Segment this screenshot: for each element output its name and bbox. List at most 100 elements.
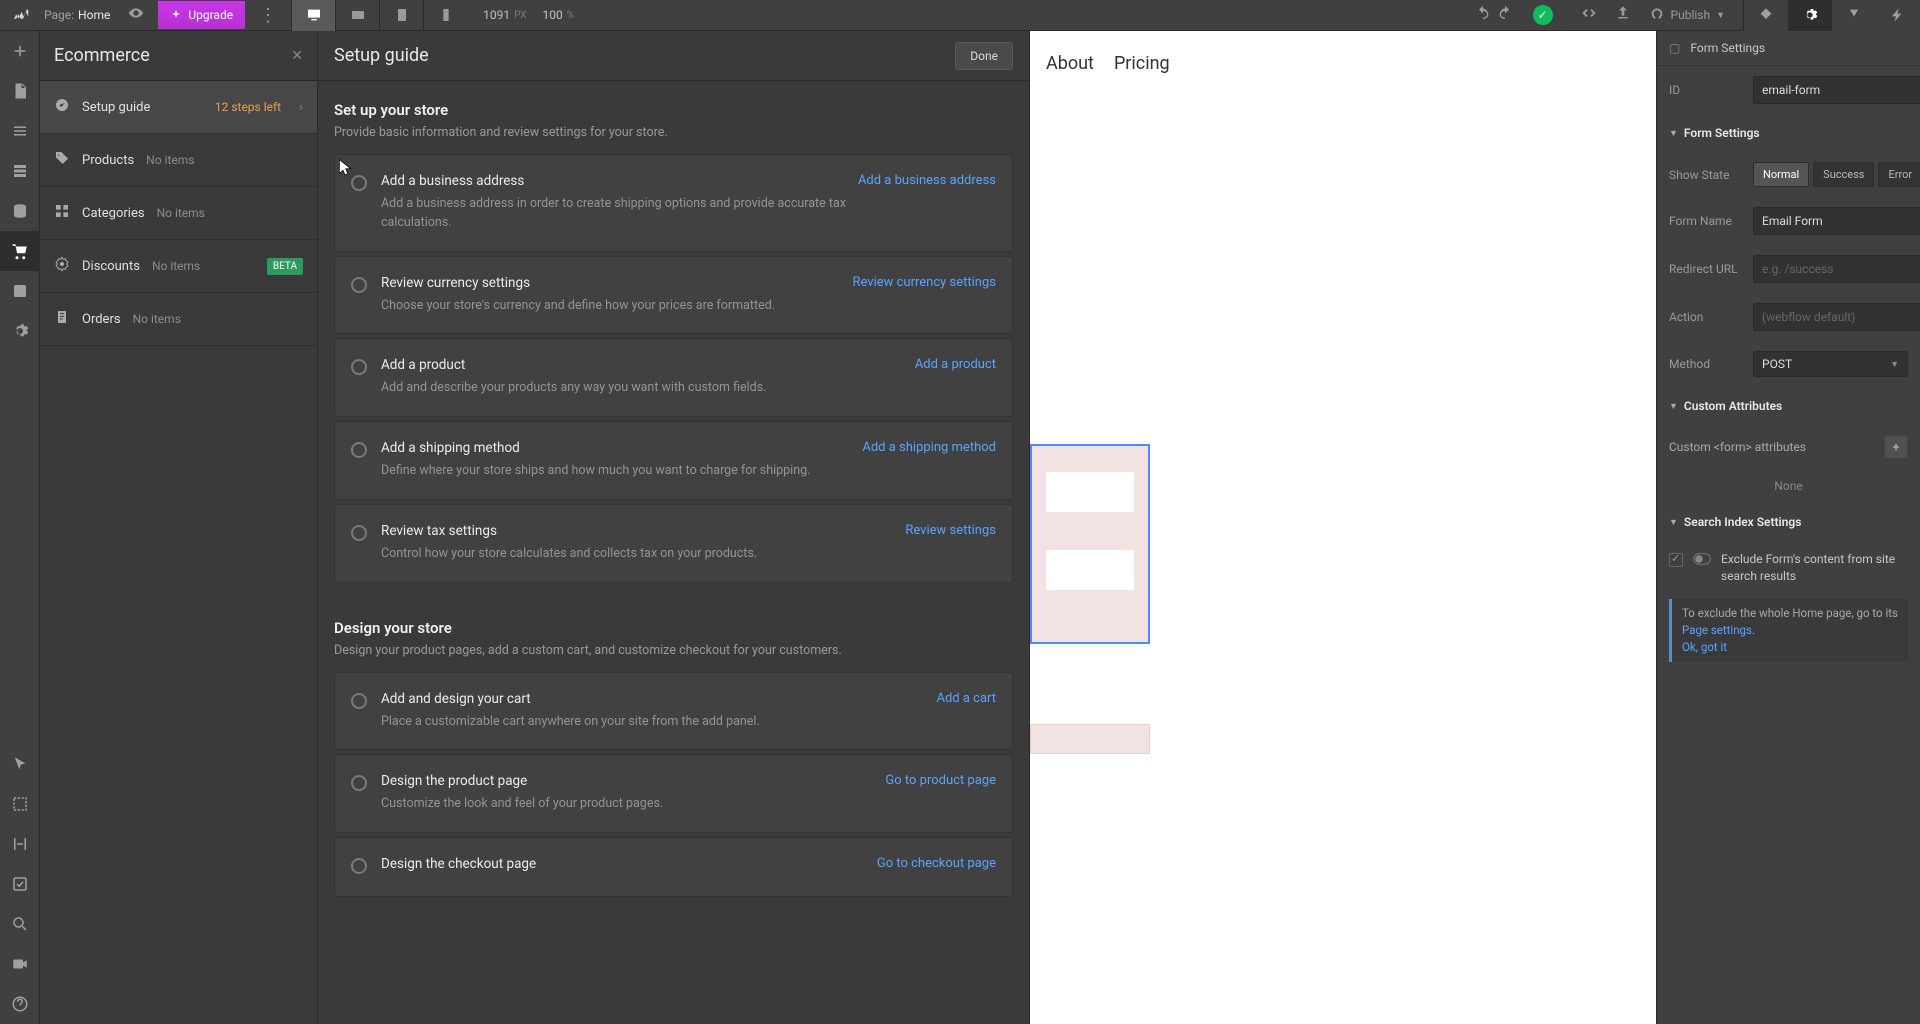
kebab-menu-icon[interactable]: ⋮	[245, 5, 291, 26]
task-action-link[interactable]: Add a cart	[936, 691, 996, 706]
section-custom-attributes[interactable]: ▼ Custom Attributes	[1657, 387, 1920, 425]
preview-icon[interactable]	[128, 5, 144, 25]
undo-icon[interactable]	[1475, 5, 1491, 25]
task-action-link[interactable]: Review settings	[905, 523, 996, 538]
tab-interactions[interactable]	[1876, 0, 1920, 31]
gear-icon	[54, 256, 70, 276]
device-tablet-landscape[interactable]	[335, 0, 379, 31]
task-title: Add a shipping method	[381, 440, 520, 456]
section-subheading: Design your product pages, add a custom …	[334, 643, 1013, 658]
sidebar-item-setup-guide[interactable]: Setup guide 12 steps left ›	[40, 81, 317, 134]
sidebar-item-products[interactable]: Products No items	[40, 134, 317, 187]
export-icon[interactable]	[1615, 5, 1631, 25]
add-attribute-button[interactable]: +	[1884, 435, 1908, 459]
method-label: Method	[1669, 357, 1743, 371]
rail-cms[interactable]	[0, 151, 40, 191]
setup-task[interactable]: Add a shipping method Add a shipping meth…	[334, 421, 1013, 500]
rail-database[interactable]	[0, 191, 40, 231]
status-check-icon[interactable]: ✓	[1533, 5, 1553, 25]
section-form-settings[interactable]: ▼ Form Settings	[1657, 114, 1920, 152]
task-title: Add a product	[381, 357, 465, 373]
code-icon[interactable]	[1581, 5, 1597, 25]
task-title: Review tax settings	[381, 523, 497, 539]
state-success[interactable]: Success	[1813, 162, 1874, 187]
zoom-level[interactable]: 100	[543, 8, 563, 22]
rail-navigator[interactable]	[0, 111, 40, 151]
method-select[interactable]: POST ▼	[1753, 351, 1908, 377]
device-tablet-portrait[interactable]	[379, 0, 423, 31]
task-action-link[interactable]: Go to product page	[885, 773, 996, 788]
section-label: Search Index Settings	[1684, 515, 1801, 529]
exclude-checkbox[interactable]	[1669, 553, 1683, 567]
setup-task[interactable]: Add a business address Add a business add…	[334, 154, 1013, 252]
rail-audit-icon[interactable]	[0, 864, 40, 904]
nav-link[interactable]: About	[1046, 53, 1094, 74]
task-action-link[interactable]: Add a product	[915, 357, 996, 372]
setup-task[interactable]: Add a productAdd a productAdd and descri…	[334, 338, 1013, 417]
rail-pages[interactable]	[0, 71, 40, 111]
form-field[interactable]	[1046, 472, 1134, 512]
setup-task[interactable]: Design the product pageGo to product pag…	[334, 754, 1013, 833]
rail-cursor-icon[interactable]	[0, 744, 40, 784]
ok-got-it-link[interactable]: Ok, got it	[1682, 640, 1727, 654]
rail-settings[interactable]	[0, 311, 40, 351]
redo-icon[interactable]	[1497, 5, 1513, 25]
nav-link[interactable]: Pricing	[1114, 53, 1170, 74]
breadcrumb[interactable]: Form Settings	[1690, 41, 1765, 55]
task-title: Review currency settings	[381, 275, 530, 291]
show-state-label: Show State	[1669, 168, 1743, 182]
device-mobile[interactable]	[423, 0, 467, 31]
setup-task[interactable]: Design the checkout pageGo to checkout p…	[334, 837, 1013, 897]
task-title: Add a business address	[381, 173, 524, 189]
publish-label: Publish	[1671, 8, 1711, 22]
section-search-index[interactable]: ▼ Search Index Settings	[1657, 503, 1920, 541]
form-field[interactable]	[1046, 550, 1134, 590]
device-desktop[interactable]	[291, 0, 335, 31]
sidebar-item-discounts[interactable]: Discounts No items BETA	[40, 240, 317, 293]
id-input[interactable]	[1753, 76, 1920, 104]
rail-add[interactable]	[0, 31, 40, 71]
rail-bounding-icon[interactable]	[0, 784, 40, 824]
rail-video-icon[interactable]	[0, 944, 40, 984]
page-name[interactable]: Home	[78, 8, 110, 22]
check-circle-icon	[54, 97, 70, 117]
setup-task[interactable]: Review tax settingsReview settingsContro…	[334, 504, 1013, 583]
rail-search-icon[interactable]	[0, 904, 40, 944]
task-action-link[interactable]: Review currency settings	[852, 275, 996, 290]
canvas-block[interactable]	[1030, 724, 1150, 754]
task-action-link[interactable]: Add a shipping method	[862, 440, 996, 455]
rail-help-icon[interactable]	[0, 984, 40, 1024]
rail-ecommerce[interactable]	[0, 231, 40, 271]
publish-button[interactable]: Publish ▼	[1649, 7, 1725, 23]
design-canvas[interactable]: About Pricing	[1030, 31, 1656, 1024]
task-action-link[interactable]: Go to checkout page	[877, 856, 996, 871]
task-status-circle	[351, 775, 367, 791]
toggle-icon	[1693, 552, 1711, 569]
setup-task[interactable]: Review currency settings Review currency …	[334, 256, 1013, 335]
tab-style-manager[interactable]	[1832, 0, 1876, 31]
form-name-input[interactable]	[1753, 207, 1920, 235]
sidebar-item-categories[interactable]: Categories No items	[40, 187, 317, 240]
sidebar-item-orders[interactable]: Orders No items	[40, 293, 317, 346]
state-normal[interactable]: Normal	[1753, 162, 1809, 187]
tab-style[interactable]	[1744, 0, 1788, 31]
state-error[interactable]: Error	[1878, 162, 1920, 187]
section-label: Form Settings	[1684, 126, 1760, 140]
close-icon[interactable]: ✕	[291, 48, 303, 64]
tab-settings[interactable]	[1788, 0, 1832, 31]
task-action-link[interactable]: Add a business address	[858, 173, 996, 188]
rail-spacing-icon[interactable]	[0, 824, 40, 864]
task-status-circle	[351, 858, 367, 874]
upgrade-button[interactable]: Upgrade	[158, 1, 245, 29]
redirect-input[interactable]	[1753, 255, 1920, 283]
form-element-selected[interactable]	[1030, 444, 1150, 644]
rail-assets[interactable]	[0, 271, 40, 311]
page-settings-link[interactable]: Page settings	[1682, 623, 1752, 637]
webflow-logo[interactable]	[0, 0, 40, 31]
action-input[interactable]	[1753, 303, 1920, 331]
section-heading: Design your store	[334, 619, 1013, 637]
categories-icon	[54, 203, 70, 223]
setup-task[interactable]: Add and design your cartAdd a cartPlace …	[334, 672, 1013, 751]
done-button[interactable]: Done	[955, 42, 1013, 70]
canvas-width[interactable]: 1091	[483, 8, 510, 22]
